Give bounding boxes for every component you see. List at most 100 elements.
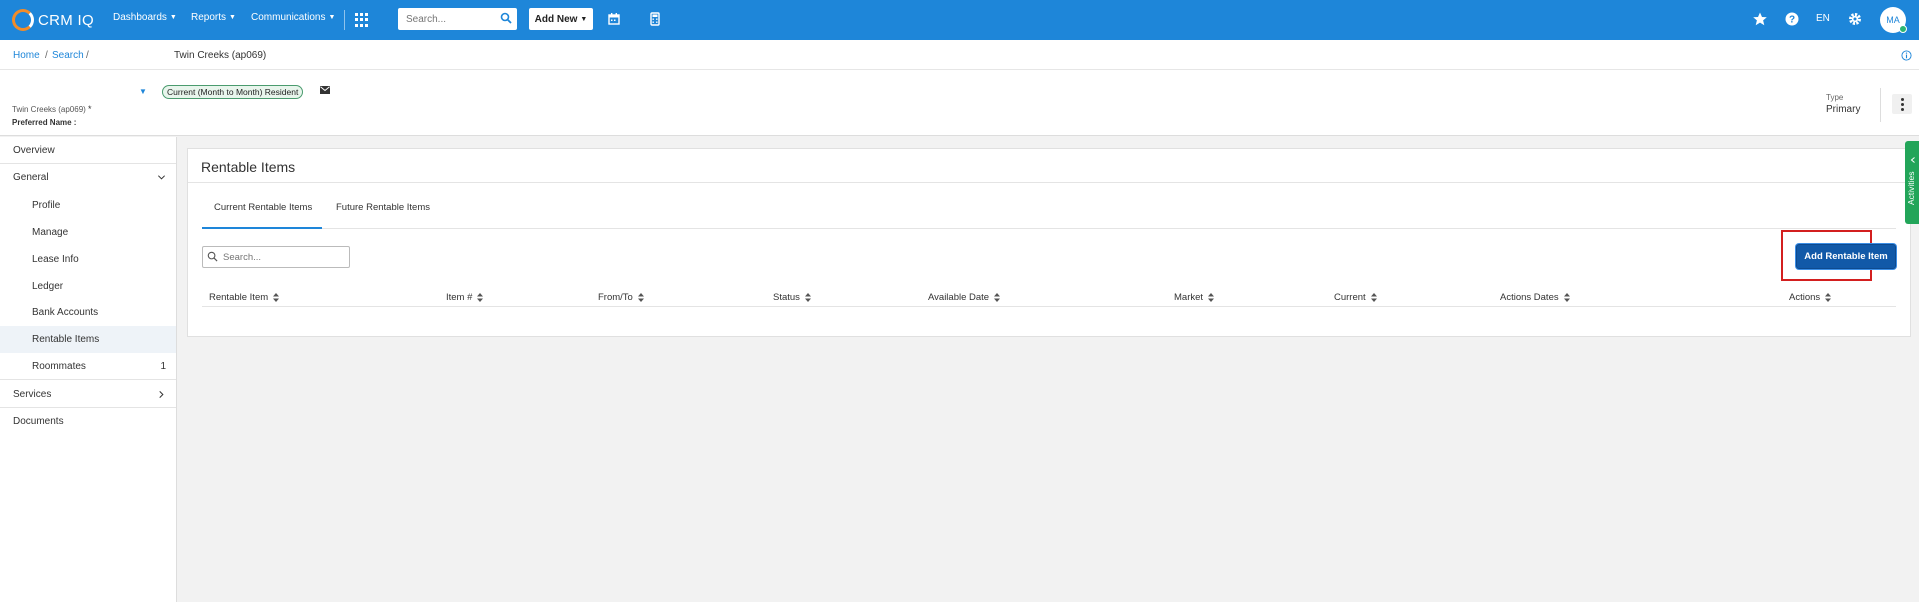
tab-future-rentable-items[interactable]: Future Rentable Items (336, 202, 430, 213)
breadcrumb-search[interactable]: Search (52, 50, 84, 61)
chevron-down-icon: ▼ (580, 15, 588, 23)
add-rentable-item-button[interactable]: Add Rentable Item (1796, 244, 1896, 269)
sort-icon (477, 293, 484, 302)
chevron-down-icon (157, 175, 166, 180)
column-header-actions[interactable]: Actions (1789, 292, 1832, 303)
table-header-divider (202, 306, 1896, 307)
star-icon[interactable] (1752, 11, 1768, 27)
sort-icon (1370, 293, 1377, 302)
column-label: Market (1174, 292, 1204, 303)
column-header-actions-dates[interactable]: Actions Dates (1500, 292, 1570, 303)
column-label: Status (773, 292, 800, 303)
breadcrumb-current-title: Twin Creeks (ap069) (174, 50, 267, 61)
menu-communications[interactable]: Communications ▼ (251, 12, 335, 23)
sidebar-item-label: Documents (13, 416, 64, 427)
sort-icon (637, 293, 644, 302)
activities-label: Activities (1906, 171, 1916, 205)
calculator-icon[interactable] (647, 11, 663, 27)
search-icon[interactable] (500, 12, 512, 24)
sort-icon (1563, 293, 1570, 302)
sort-icon (804, 293, 811, 302)
brand-name: CRM IQ (38, 11, 94, 29)
nav-divider (344, 10, 345, 30)
sidebar-item-label: General (13, 172, 49, 183)
more-options-kebab-icon[interactable] (1892, 94, 1912, 114)
menu-communications-label: Communications (251, 12, 326, 23)
sidebar-item-overview[interactable]: Overview (0, 137, 176, 164)
column-header-item-number[interactable]: Item # (446, 292, 484, 303)
rentable-items-search-input[interactable] (202, 246, 350, 268)
sidebar-item-label: Roommates (32, 361, 86, 372)
active-tab-indicator (202, 227, 322, 229)
resident-dropdown-caret-icon[interactable]: ▼ (139, 87, 147, 96)
breadcrumb-home[interactable]: Home (13, 50, 40, 61)
type-label: Type (1826, 93, 1844, 102)
sidebar-item-bank-accounts[interactable]: Bank Accounts (0, 299, 176, 326)
column-header-rentable-item[interactable]: Rentable Item (209, 292, 280, 303)
menu-dashboards[interactable]: Dashboards ▼ (113, 12, 177, 23)
sidebar-item-general[interactable]: General (0, 164, 176, 191)
rentable-items-card: Rentable Items Current Rentable Items Fu… (187, 148, 1911, 337)
sidebar-item-label: Ledger (32, 281, 64, 292)
sidebar-item-manage[interactable]: Manage (0, 219, 176, 246)
language-selector[interactable]: EN (1816, 13, 1830, 24)
search-icon (207, 251, 218, 262)
chevron-down-icon: ▼ (169, 14, 177, 21)
breadcrumb: Home / Search / Twin Creeks (ap069) (0, 40, 1919, 70)
column-label: Available Date (928, 292, 990, 303)
column-header-market[interactable]: Market (1174, 292, 1215, 303)
envelope-icon[interactable] (320, 86, 330, 94)
online-status-dot (1899, 25, 1907, 33)
preferred-name-label: Preferred Name : (12, 118, 77, 127)
column-header-current[interactable]: Current (1334, 292, 1377, 303)
column-label: Current (1334, 292, 1366, 303)
sort-icon (994, 293, 1001, 302)
column-label: Actions Dates (1500, 292, 1559, 303)
required-marker: * (88, 104, 92, 114)
sidebar: Overview General Profile Manage Lease In… (0, 137, 177, 602)
column-header-from-to[interactable]: From/To (598, 292, 644, 303)
sidebar-item-rentable-items[interactable]: Rentable Items (0, 326, 176, 353)
brand-logo[interactable]: CRM IQ (12, 9, 94, 31)
column-header-available-date[interactable]: Available Date (928, 292, 1001, 303)
status-badge: Current (Month to Month) Resident (162, 85, 304, 99)
sort-icon (1825, 293, 1832, 302)
page-title: Rentable Items (201, 159, 296, 175)
sidebar-item-label: Bank Accounts (32, 307, 99, 318)
column-label: Rentable Item (209, 292, 269, 303)
type-value: Primary (1826, 104, 1861, 115)
menu-dashboards-label: Dashboards (113, 12, 167, 23)
svg-text:?: ? (1789, 15, 1795, 26)
gear-icon[interactable] (1847, 11, 1863, 27)
info-icon[interactable] (1901, 50, 1912, 61)
sidebar-item-roommates[interactable]: Roommates 1 (0, 353, 176, 380)
chevron-left-icon (1910, 157, 1915, 163)
top-navigation-bar: CRM IQ Dashboards ▼ Reports ▼ Communicat… (0, 0, 1919, 40)
title-divider (188, 182, 1910, 183)
sidebar-item-lease-info[interactable]: Lease Info (0, 246, 176, 273)
chevron-right-icon (159, 390, 164, 399)
add-new-label: Add New (534, 13, 578, 25)
breadcrumb-separator: / (86, 50, 89, 61)
apps-grid-icon[interactable] (355, 13, 369, 27)
sidebar-item-profile[interactable]: Profile (0, 192, 176, 219)
sidebar-item-services[interactable]: Services (0, 381, 176, 408)
chevron-down-icon: ▼ (229, 14, 236, 21)
help-icon[interactable]: ? (1784, 11, 1800, 27)
add-new-button[interactable]: Add New ▼ (529, 8, 593, 30)
sidebar-item-label: Overview (13, 145, 55, 156)
calendar-icon[interactable] (606, 11, 622, 27)
roommates-count: 1 (160, 361, 166, 372)
sort-icon (1208, 293, 1215, 302)
column-label: From/To (598, 292, 633, 303)
user-avatar[interactable]: MA (1880, 7, 1907, 33)
sidebar-item-label: Rentable Items (32, 334, 100, 345)
tab-current-rentable-items[interactable]: Current Rentable Items (214, 202, 312, 213)
sidebar-item-label: Profile (32, 200, 61, 211)
sidebar-item-label: Manage (32, 227, 69, 238)
menu-reports[interactable]: Reports ▼ (191, 12, 236, 23)
column-header-status[interactable]: Status (773, 292, 811, 303)
sidebar-item-documents[interactable]: Documents (0, 408, 176, 435)
sidebar-item-ledger[interactable]: Ledger (0, 273, 176, 300)
avatar-initials: MA (1886, 15, 1900, 25)
